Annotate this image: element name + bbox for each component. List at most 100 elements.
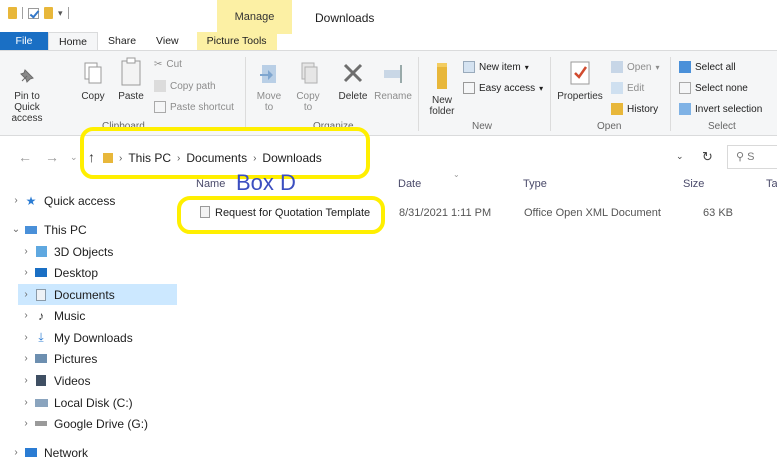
recent-locations-icon[interactable]: ⌄ [70, 152, 78, 163]
nav-label: Network [44, 445, 89, 460]
file-size: 63 KB [703, 207, 733, 219]
history-button[interactable]: History [611, 103, 658, 115]
rename-button[interactable]: Rename [372, 61, 414, 102]
nav-item-3d-objects[interactable]: › 3D Objects [18, 241, 195, 262]
nav-item-this-pc[interactable]: ⌄ This PC [8, 219, 185, 240]
new-folder-icon[interactable] [44, 7, 53, 19]
copy-path-button[interactable]: Copy path [154, 80, 216, 92]
column-header-size[interactable]: Size [683, 178, 704, 190]
back-arrow-icon[interactable]: ← [18, 149, 32, 165]
refresh-icon[interactable]: ↻ [702, 149, 713, 165]
nav-label: 3D Objects [54, 244, 114, 259]
desktop-icon [34, 266, 48, 280]
drive-icon [34, 396, 48, 410]
nav-item-local-disk[interactable]: › Local Disk (C:) [18, 392, 195, 413]
pin-to-quick-access-button[interactable]: Pin to Quick access [2, 65, 52, 124]
chevron-right-icon[interactable]: › [8, 447, 24, 458]
tab-share[interactable]: Share [98, 32, 146, 50]
rename-label: Rename [374, 91, 412, 102]
invert-selection-button[interactable]: Invert selection [679, 103, 762, 115]
edit-button[interactable]: Edit [611, 82, 644, 94]
navigation-pane: › ★ Quick access ⌄ This PC › 3D Objects … [0, 185, 180, 463]
chevron-right-icon[interactable]: › [18, 375, 34, 386]
tab-picture-tools[interactable]: Picture Tools [196, 32, 277, 50]
chevron-right-icon[interactable]: › [18, 310, 34, 321]
edit-icon [611, 82, 623, 94]
delete-button[interactable]: Delete [334, 61, 372, 102]
network-icon [24, 446, 38, 460]
paste-icon [121, 57, 141, 86]
select-all-icon [679, 61, 691, 73]
file-type: Office Open XML Document [524, 207, 661, 219]
group-separator [670, 57, 671, 131]
customize-toolbar-icon[interactable]: ▾ [58, 8, 63, 19]
nav-item-documents[interactable]: › Documents [18, 284, 177, 305]
column-header-date[interactable]: Date [398, 178, 421, 190]
delete-label: Delete [338, 91, 368, 102]
chevron-down-icon[interactable]: ⌄ [8, 224, 24, 235]
chevron-down-icon[interactable]: ⌄ [676, 151, 684, 162]
nav-item-quick-access[interactable]: › ★ Quick access [8, 190, 185, 211]
delete-x-icon [343, 63, 363, 83]
forward-arrow-icon[interactable]: → [45, 149, 59, 165]
chevron-right-icon[interactable]: › [18, 397, 34, 408]
easy-access-label: Easy access [479, 82, 536, 94]
document-icon [200, 206, 210, 218]
properties-button[interactable]: Properties [554, 59, 606, 102]
select-none-button[interactable]: Select none [679, 82, 748, 94]
copy-button[interactable]: Copy [78, 61, 108, 102]
new-item-button[interactable]: New item ▾ [463, 61, 529, 73]
new-folder-icon [437, 63, 447, 89]
open-button[interactable]: Open ▾ [611, 61, 659, 73]
chevron-right-icon[interactable]: › [18, 353, 34, 364]
file-row[interactable]: Request for Quotation Template 8/31/2021… [185, 200, 777, 226]
dropdown-arrow-icon: ▾ [524, 62, 529, 72]
nav-item-google-drive[interactable]: › Google Drive (G:) [18, 413, 195, 434]
nav-item-my-downloads[interactable]: › ⤓ My Downloads [18, 327, 195, 348]
column-header-tags[interactable]: Ta [766, 178, 777, 190]
pictures-icon [34, 352, 48, 366]
select-all-button[interactable]: Select all [679, 61, 736, 73]
tab-home[interactable]: Home [48, 32, 99, 50]
chevron-right-icon[interactable]: › [8, 195, 24, 206]
chevron-right-icon[interactable]: › [18, 332, 34, 343]
paste-shortcut-button[interactable]: Paste shortcut [154, 101, 234, 113]
chevron-right-icon[interactable]: › [18, 246, 34, 257]
nav-item-pictures[interactable]: › Pictures [18, 348, 195, 369]
nav-label: Desktop [54, 265, 99, 280]
nav-item-network[interactable]: › Network [8, 442, 185, 463]
open-group-label: Open [597, 121, 622, 132]
paste-shortcut-label: Paste shortcut [170, 101, 234, 113]
paste-button[interactable]: Paste [113, 57, 149, 102]
history-icon [611, 103, 623, 115]
move-to-button[interactable]: Move to [252, 61, 286, 113]
new-folder-button[interactable]: New folder [424, 61, 460, 117]
search-input[interactable]: ⚲ S [727, 145, 777, 169]
star-icon: ★ [25, 193, 37, 208]
downloads-icon: ⤓ [38, 330, 44, 344]
group-separator [418, 57, 419, 131]
search-icon: ⚲ [736, 151, 745, 163]
copy-label: Copy [81, 91, 105, 102]
column-header-name[interactable]: Name [196, 178, 225, 190]
copy-path-icon [154, 80, 166, 92]
properties-icon[interactable] [28, 7, 39, 19]
nav-label: My Downloads [54, 330, 133, 345]
group-separator [245, 57, 246, 131]
column-header-type[interactable]: Type [523, 178, 547, 190]
easy-access-button[interactable]: Easy access ▾ [463, 82, 543, 94]
chevron-right-icon[interactable]: › [18, 289, 34, 300]
file-date: 8/31/2021 1:11 PM [399, 207, 492, 219]
tab-manage[interactable]: Manage [217, 0, 292, 34]
tab-file[interactable]: File [0, 32, 48, 50]
nav-item-desktop[interactable]: › Desktop [18, 262, 195, 283]
nav-item-videos[interactable]: › Videos [18, 370, 195, 391]
new-item-icon [463, 61, 475, 73]
dropdown-arrow-icon: ▾ [655, 62, 660, 72]
tab-view[interactable]: View [146, 32, 189, 50]
chevron-right-icon[interactable]: › [18, 267, 34, 278]
copy-to-button[interactable]: Copy to [291, 61, 325, 113]
cut-button[interactable]: ✂ Cut [154, 59, 182, 70]
nav-item-music[interactable]: › ♪ Music [18, 305, 195, 326]
chevron-right-icon[interactable]: › [18, 418, 34, 429]
